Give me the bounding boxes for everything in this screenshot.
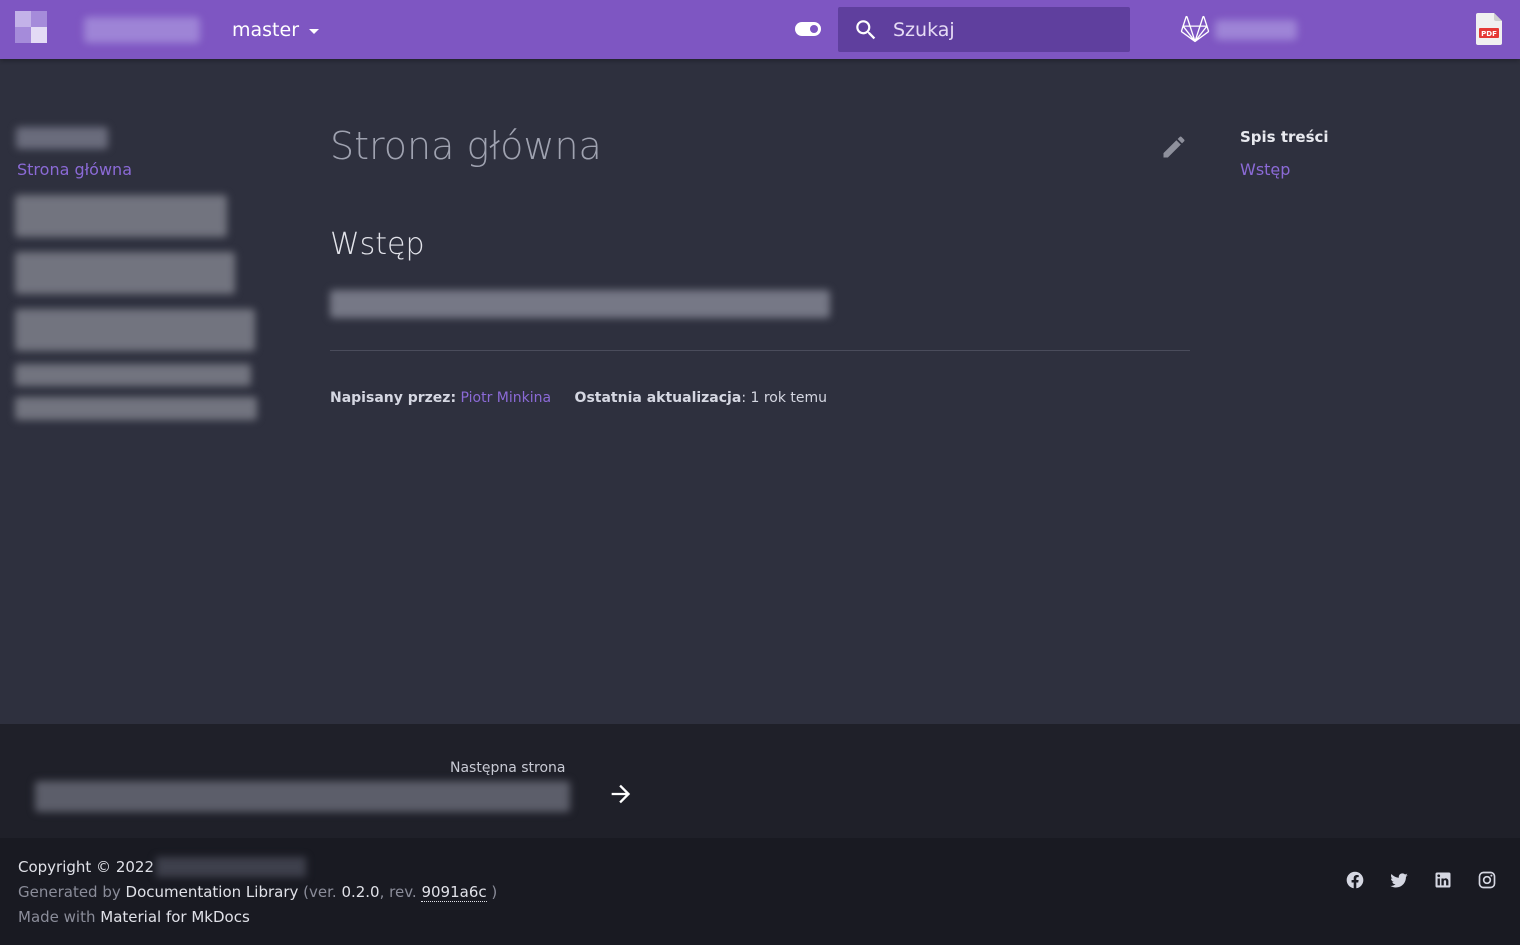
theme-toggle-icon[interactable] xyxy=(795,22,821,36)
caret-down-icon xyxy=(309,28,320,34)
search-box[interactable] xyxy=(838,7,1130,52)
sidebar-item-home[interactable]: Strona główna xyxy=(17,160,132,179)
author-label: Napisany przez: xyxy=(330,390,457,406)
generator-name: Documentation Library xyxy=(125,883,299,901)
sidebar-item[interactable] xyxy=(15,309,255,351)
page-meta: Napisany przez: Piotr Minkina Ostatnia a… xyxy=(330,390,827,406)
site-name[interactable] xyxy=(84,17,200,43)
sidebar-item[interactable] xyxy=(15,397,257,420)
repo-name[interactable] xyxy=(1215,20,1297,40)
next-page-label: Następna strona xyxy=(450,760,566,776)
arrow-right-icon[interactable] xyxy=(607,780,635,808)
version-selector[interactable]: master xyxy=(232,19,320,41)
gitlab-icon[interactable] xyxy=(1178,12,1212,46)
sidebar-item[interactable] xyxy=(15,252,235,294)
author-link[interactable]: Piotr Minkina xyxy=(461,390,552,406)
intro-paragraph xyxy=(330,290,830,318)
svg-text:PDF: PDF xyxy=(1481,30,1497,38)
version-number: 0.2.0 xyxy=(341,883,380,901)
linkedin-icon[interactable] xyxy=(1433,870,1453,890)
logo-icon[interactable] xyxy=(15,11,47,43)
copyright-owner xyxy=(156,857,307,877)
rev-prefix: , rev. xyxy=(379,883,422,901)
pdf-icon[interactable]: PDF xyxy=(1476,13,1502,45)
twitter-icon[interactable] xyxy=(1389,870,1409,890)
facebook-icon[interactable] xyxy=(1345,870,1365,890)
sidebar-title xyxy=(16,127,108,149)
search-icon xyxy=(856,19,876,39)
sidebar-item[interactable] xyxy=(15,195,227,237)
toc-item[interactable]: Wstęp xyxy=(1240,160,1290,179)
revision-hash: 9091a6c xyxy=(421,883,487,902)
pencil-icon[interactable] xyxy=(1160,133,1188,161)
generated-prefix: Generated by xyxy=(18,883,126,901)
version-label: master xyxy=(232,19,300,41)
rev-suffix: ) xyxy=(486,883,498,901)
next-page-link[interactable] xyxy=(35,781,570,812)
mkdocs-link[interactable]: Material for MkDocs xyxy=(100,908,250,926)
social-links xyxy=(1345,870,1497,890)
generated-by: Generated by Documentation Library (ver.… xyxy=(18,883,498,902)
copyright: Copyright © 2022 xyxy=(18,857,307,877)
made-prefix: Made with xyxy=(18,908,101,926)
search-input[interactable] xyxy=(893,18,1113,41)
sidebar-item[interactable] xyxy=(15,364,251,386)
page-title: Strona główna xyxy=(330,124,602,168)
top-header: master PDF xyxy=(0,0,1520,59)
divider xyxy=(330,350,1190,351)
copyright-text: Copyright © 2022 xyxy=(18,858,155,876)
ver-prefix: (ver. xyxy=(298,883,342,901)
updated-label: Ostatnia aktualizacja xyxy=(574,390,742,406)
instagram-icon[interactable] xyxy=(1477,870,1497,890)
toc-title: Spis treści xyxy=(1240,128,1329,146)
made-with: Made with Material for MkDocs xyxy=(18,908,250,926)
updated-value: : 1 rok temu xyxy=(741,390,828,406)
section-heading: Wstęp xyxy=(330,227,425,262)
